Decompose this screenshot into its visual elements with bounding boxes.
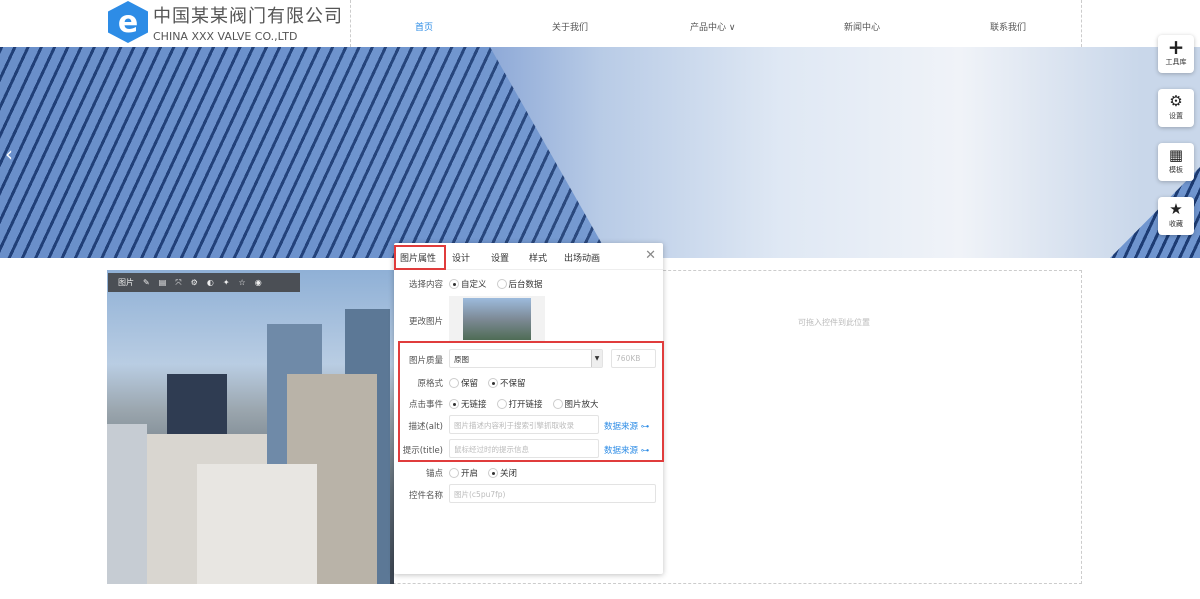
radio-custom[interactable]: 自定义 — [449, 278, 487, 290]
banner-image — [0, 47, 610, 258]
gears-icon: ⚙ — [1169, 92, 1183, 110]
templates-button[interactable]: ▦ 模板 — [1158, 143, 1194, 181]
tab-image-properties[interactable]: 图片属性 — [400, 251, 436, 264]
star-icon[interactable]: ☆ — [239, 278, 246, 287]
logo-en: CHINA XXX VALVE CO.,LTD — [153, 29, 298, 43]
nav-products[interactable]: 产品中心 ∨ — [690, 20, 735, 33]
favorites-label: 收藏 — [1169, 220, 1183, 228]
favorites-button[interactable]: ★ 收藏 — [1158, 197, 1194, 235]
change-image-label: 更改图片 — [408, 317, 443, 327]
nav-home[interactable]: 首页 — [415, 20, 433, 33]
chevron-left-icon[interactable]: ‹ — [5, 142, 13, 166]
settings-button[interactable]: ⚙ 设置 — [1158, 89, 1194, 127]
logo-mark: e — [108, 1, 148, 43]
highlight-box — [398, 341, 664, 462]
toolbox-button[interactable]: + 工具库 — [1158, 35, 1194, 73]
tab-style[interactable]: 样式 — [529, 251, 547, 264]
star-icon: ★ — [1169, 200, 1183, 218]
templates-label: 模板 — [1169, 166, 1183, 174]
eye-icon[interactable]: ◉ — [255, 278, 262, 287]
banner-slider: ‹ — [0, 47, 1200, 258]
toolbox-label: 工具库 — [1165, 58, 1187, 66]
link-icon[interactable]: ⤧ — [175, 278, 181, 288]
tab-design[interactable]: 设计 — [452, 251, 470, 264]
gear-icon[interactable]: ⚙ — [191, 278, 198, 287]
tab-animation[interactable]: 出场动画 — [564, 251, 600, 264]
divider — [1081, 0, 1082, 47]
radio-backend-data[interactable]: 后台数据 — [496, 278, 543, 290]
toolbar-label: 图片 — [118, 278, 134, 287]
divider — [350, 0, 351, 47]
settings-label: 设置 — [1169, 112, 1183, 120]
style-icon[interactable]: ◐ — [207, 278, 214, 287]
anchor-label: 锚点 — [425, 469, 443, 479]
image-toolbar: 图片 ✎ ▤ ⤧ ⚙ ◐ ✦ ☆ ◉ — [108, 273, 300, 292]
image-thumbnail[interactable] — [449, 296, 545, 342]
image-control[interactable] — [107, 270, 394, 584]
animation-icon[interactable]: ✦ — [223, 278, 230, 287]
radio-anchor-off[interactable]: 关闭 — [488, 467, 517, 479]
site-header: e 中国某某阀门有限公司 CHINA XXX VALVE CO.,LTD 首页 … — [0, 0, 1200, 47]
edit-icon[interactable]: ✎ — [143, 278, 150, 287]
control-name-input[interactable]: 图片(c5pu7fp) — [449, 484, 656, 503]
tab-settings[interactable]: 设置 — [491, 251, 509, 264]
select-content-label: 选择内容 — [408, 280, 443, 290]
logo[interactable]: e 中国某某阀门有限公司 CHINA XXX VALVE CO.,LTD — [108, 1, 343, 43]
nav-about[interactable]: 关于我们 — [552, 20, 588, 33]
nav-contact[interactable]: 联系我们 — [990, 20, 1026, 33]
control-name-label: 控件名称 — [408, 491, 443, 501]
replace-icon[interactable]: ▤ — [159, 278, 167, 287]
close-icon[interactable]: ✕ — [645, 248, 656, 263]
nav-news[interactable]: 新闻中心 — [844, 20, 880, 33]
grid-icon: ▦ — [1168, 146, 1184, 164]
radio-anchor-on[interactable]: 开启 — [449, 467, 478, 479]
drop-hint: 可拖入控件到此位置 — [798, 318, 870, 327]
plus-icon: + — [1167, 35, 1185, 59]
logo-cn: 中国某某阀门有限公司 — [153, 5, 343, 27]
